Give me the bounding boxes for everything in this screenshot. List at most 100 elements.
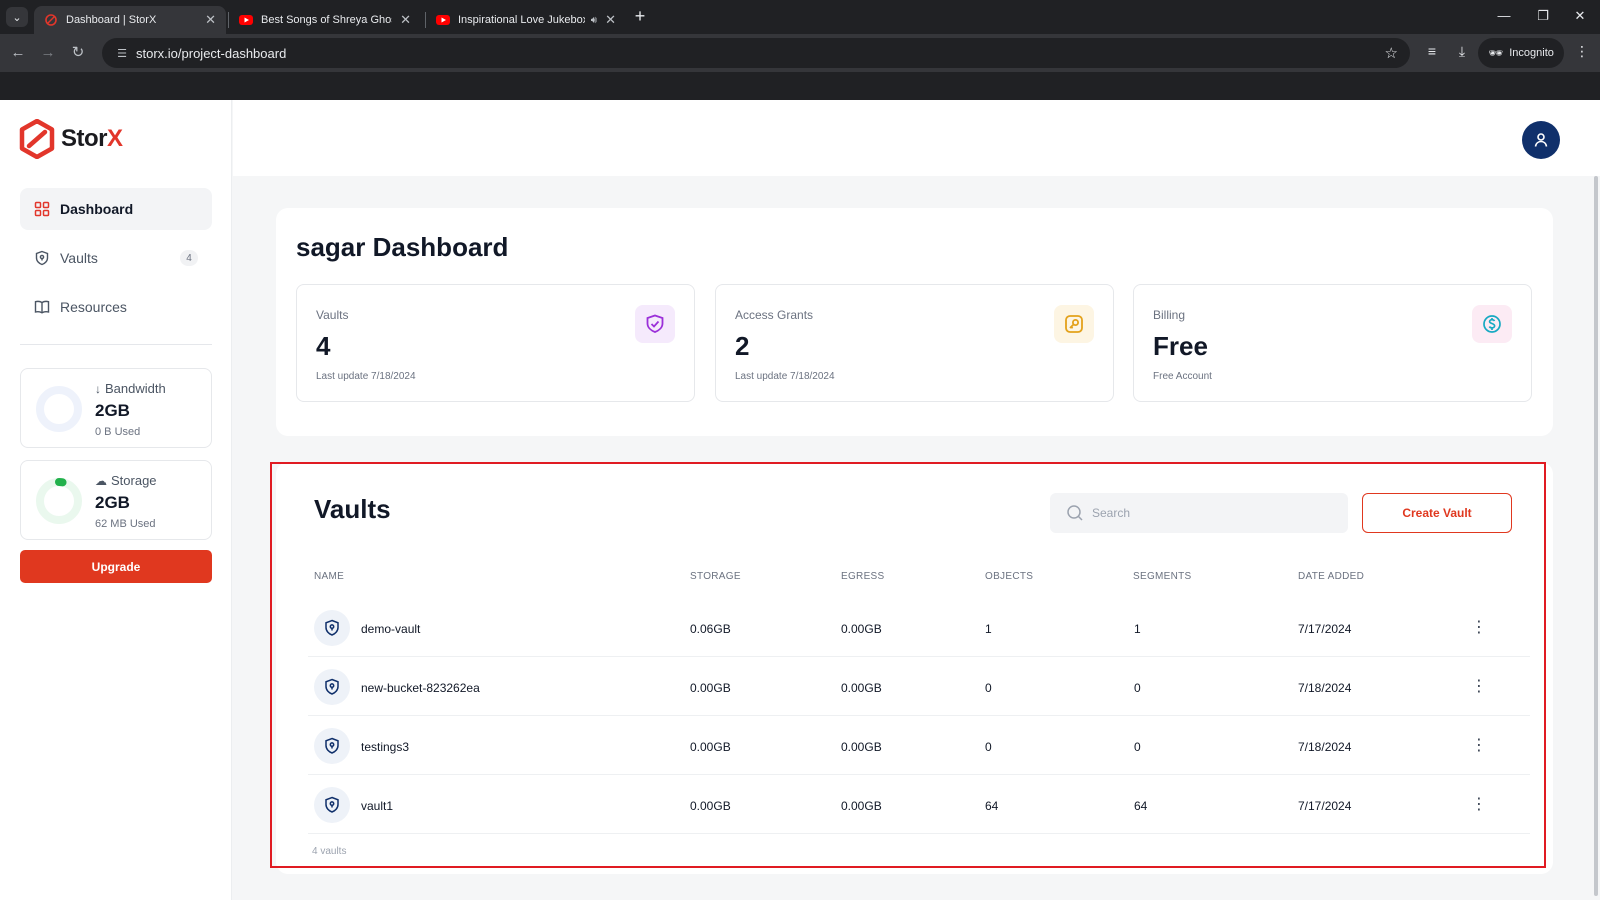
sidebar-item-label: Dashboard (60, 201, 134, 217)
column-header-segments[interactable]: SEGMENTS (1133, 571, 1192, 582)
search-input[interactable] (1092, 506, 1332, 520)
vault-search-box[interactable] (1050, 493, 1348, 533)
column-header-name[interactable]: NAME (314, 571, 344, 582)
close-tab-icon[interactable]: ✕ (605, 12, 616, 28)
url-text[interactable]: storx.io/project-dashboard (136, 46, 1385, 61)
sidebar-divider (20, 344, 212, 345)
stat-subtext: Free Account (1153, 371, 1212, 382)
storage-used: 62 MB Used (95, 518, 156, 530)
stat-subtext: Last update 7/18/2024 (316, 371, 416, 382)
vault-name[interactable]: new-bucket-823262ea (361, 681, 480, 695)
vault-date-added: 7/17/2024 (1298, 799, 1352, 813)
storx-logo[interactable]: StorX (19, 119, 123, 159)
table-row[interactable]: vault1 0.00GB 0.00GB 64 64 7/17/2024 ⋮ (308, 775, 1530, 834)
site-info-icon[interactable]: ☰ (108, 47, 136, 60)
sidebar-item-vaults[interactable]: Vaults 4 (20, 237, 212, 279)
row-actions-icon[interactable]: ⋮ (1471, 676, 1487, 696)
vault-segments: 0 (1134, 740, 1141, 754)
vault-name[interactable]: vault1 (361, 799, 393, 813)
stat-value: Free (1153, 331, 1208, 361)
sidebar-item-label: Resources (60, 299, 127, 315)
restore-icon[interactable]: ❐ (1528, 8, 1558, 24)
column-header-objects[interactable]: OBJECTS (985, 571, 1033, 582)
browser-chrome: ⌄ Dashboard | StorX ✕ Best Songs of Shre… (0, 0, 1600, 100)
bandwidth-ring (36, 386, 82, 432)
close-window-icon[interactable]: ✕ (1565, 8, 1595, 24)
back-arrow-icon[interactable]: ← (8, 43, 28, 63)
vault-icon (314, 787, 350, 823)
tab-search-button[interactable]: ⌄ (6, 7, 28, 27)
youtube-favicon-icon (239, 13, 253, 27)
sidebar-item-label: Vaults (60, 250, 98, 266)
incognito-label: Incognito (1509, 47, 1554, 59)
forward-arrow-icon[interactable]: → (38, 43, 58, 63)
page-scrollbar[interactable] (1594, 176, 1598, 896)
table-row[interactable]: new-bucket-823262ea 0.00GB 0.00GB 0 0 7/… (308, 657, 1530, 716)
create-vault-button[interactable]: Create Vault (1362, 493, 1512, 533)
stat-label: Vaults (316, 308, 349, 322)
close-tab-icon[interactable]: ✕ (205, 12, 216, 28)
browser-menu-icon[interactable]: ⋮ (1572, 43, 1592, 60)
bandwidth-used: 0 B Used (95, 426, 141, 438)
brand-name: StorX (61, 125, 123, 152)
user-avatar[interactable] (1522, 121, 1560, 159)
vault-segments: 1 (1134, 622, 1141, 636)
dollar-icon (1472, 305, 1512, 343)
vaults-section-title: Vaults (314, 494, 391, 524)
tab-love-jukebox[interactable]: Inspirational Love Jukebox 🔊︎ ✕ (426, 6, 626, 34)
new-tab-button[interactable]: + (630, 7, 650, 27)
tab-strip: ⌄ Dashboard | StorX ✕ Best Songs of Shre… (0, 0, 1600, 34)
sidebar-item-dashboard[interactable]: Dashboard (20, 188, 212, 230)
bandwidth-usage-card: ↓ Bandwidth 2GB 0 B Used (20, 368, 212, 448)
vault-segments: 64 (1134, 799, 1148, 813)
vault-name[interactable]: demo-vault (361, 622, 420, 636)
row-actions-icon[interactable]: ⋮ (1471, 794, 1487, 814)
tab-title: Inspirational Love Jukebox (458, 14, 585, 26)
column-header-egress[interactable]: EGRESS (841, 571, 884, 582)
vault-storage: 0.06GB (690, 622, 731, 636)
reload-icon[interactable]: ↻ (68, 43, 88, 63)
page-title: sagar Dashboard (296, 232, 509, 262)
upgrade-button[interactable]: Upgrade (20, 550, 212, 583)
vault-name[interactable]: testings3 (361, 740, 409, 754)
media-controls-icon[interactable]: ≡ (1422, 43, 1442, 59)
book-icon (34, 299, 50, 315)
tab-shreya-ghoshal[interactable]: Best Songs of Shreya Ghoshal S ✕ (229, 6, 421, 34)
stat-value: 2 (735, 331, 750, 361)
grid-icon (34, 201, 50, 217)
bookmark-star-icon[interactable]: ☆ (1385, 44, 1398, 62)
browser-toolbar: ← → ↻ ☰ storx.io/project-dashboard ☆ ≡ ⤓… (0, 34, 1600, 72)
stat-label: Access Grants (735, 308, 814, 322)
access-grants-stat-card[interactable]: Access Grants 2 Last update 7/18/2024 (715, 284, 1114, 402)
incognito-indicator[interactable]: 🕶︎ Incognito (1478, 38, 1564, 68)
row-actions-icon[interactable]: ⋮ (1471, 617, 1487, 637)
bandwidth-value: 2GB (95, 401, 130, 420)
vault-egress: 0.00GB (841, 799, 882, 813)
close-tab-icon[interactable]: ✕ (400, 12, 411, 28)
storx-favicon-icon (44, 13, 58, 27)
tab-dashboard-storx[interactable]: Dashboard | StorX ✕ (34, 6, 226, 34)
top-bar (233, 100, 1600, 176)
vaults-stat-card[interactable]: Vaults 4 Last update 7/18/2024 (296, 284, 695, 402)
audio-playing-icon[interactable]: 🔊︎ (591, 15, 597, 26)
column-header-storage[interactable]: STORAGE (690, 571, 741, 582)
cloud-icon: ☁︎ (95, 473, 107, 488)
stat-subtext: Last update 7/18/2024 (735, 371, 835, 382)
user-icon (1534, 133, 1548, 147)
sidebar-item-resources[interactable]: Resources (20, 286, 212, 328)
table-row[interactable]: demo-vault 0.06GB 0.00GB 1 1 7/17/2024 ⋮ (308, 598, 1530, 657)
table-row[interactable]: testings3 0.00GB 0.00GB 0 0 7/18/2024 ⋮ (308, 716, 1530, 775)
vault-egress: 0.00GB (841, 622, 882, 636)
download-icon[interactable]: ⤓ (1452, 43, 1472, 60)
vault-objects: 0 (985, 681, 992, 695)
minimize-icon[interactable]: — (1489, 8, 1519, 23)
vault-storage: 0.00GB (690, 681, 731, 695)
billing-stat-card[interactable]: Billing Free Free Account (1133, 284, 1532, 402)
address-bar[interactable]: ☰ storx.io/project-dashboard ☆ (102, 38, 1410, 68)
column-header-date-added[interactable]: DATE ADDED (1298, 571, 1364, 582)
sidebar: StorX Dashboard Vaults 4 Resources ↓ Ban… (0, 100, 232, 900)
vault-objects: 1 (985, 622, 992, 636)
youtube-favicon-icon (436, 13, 450, 27)
tab-title: Dashboard | StorX (66, 14, 157, 26)
row-actions-icon[interactable]: ⋮ (1471, 735, 1487, 755)
